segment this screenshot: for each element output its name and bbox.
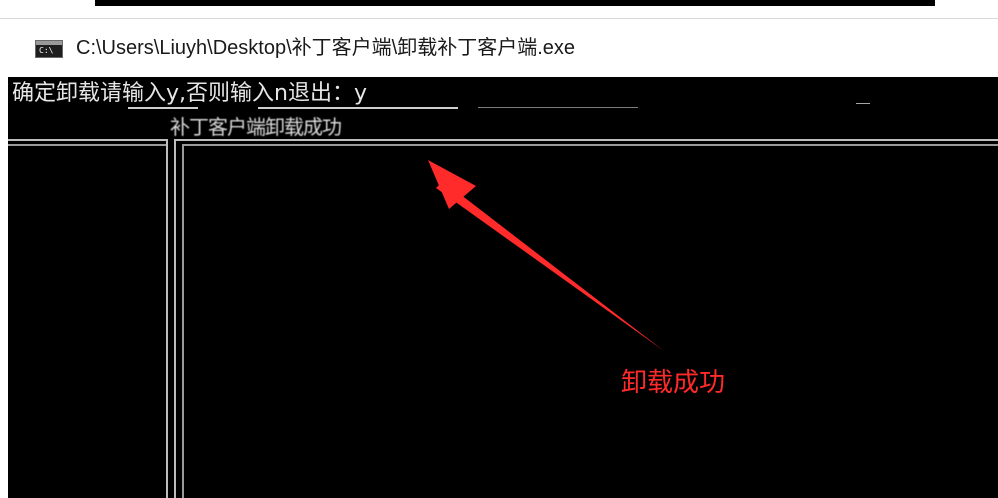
render-artifact	[478, 107, 638, 108]
icon-prompt-glyph: C:\	[39, 46, 54, 55]
background-strip	[0, 0, 998, 18]
icon-title-bar	[36, 41, 62, 45]
render-artifact	[258, 107, 458, 109]
cmd-console-icon[interactable]: C:\	[35, 40, 63, 58]
console-divider-left	[8, 139, 168, 141]
console-divider-right	[176, 139, 998, 141]
window-titlebar[interactable]: C:\ C:\Users\Liuyh\Desktop\补丁客户端\卸载补丁客户端…	[0, 18, 998, 77]
console-prompt-line: 确定卸载请输入y,否则输入n退出：y	[12, 81, 367, 106]
render-artifact	[128, 107, 198, 109]
console-result-line: 补丁客户端卸载成功	[170, 115, 342, 139]
console-vertical-line-1	[166, 139, 168, 498]
console-vertical-line-2	[174, 139, 176, 498]
console-divider-left-2	[8, 144, 168, 146]
console-divider-right-2	[182, 144, 998, 146]
background-window-edge	[95, 0, 935, 6]
console-output-area[interactable]: 确定卸载请输入y,否则输入n退出：y 补丁客户端卸载成功	[8, 77, 998, 498]
window-title: C:\Users\Liuyh\Desktop\补丁客户端\卸载补丁客户端.exe	[76, 37, 575, 59]
render-artifact	[856, 103, 870, 104]
console-vertical-line-3	[182, 144, 184, 498]
annotation-label: 卸载成功	[621, 368, 726, 398]
